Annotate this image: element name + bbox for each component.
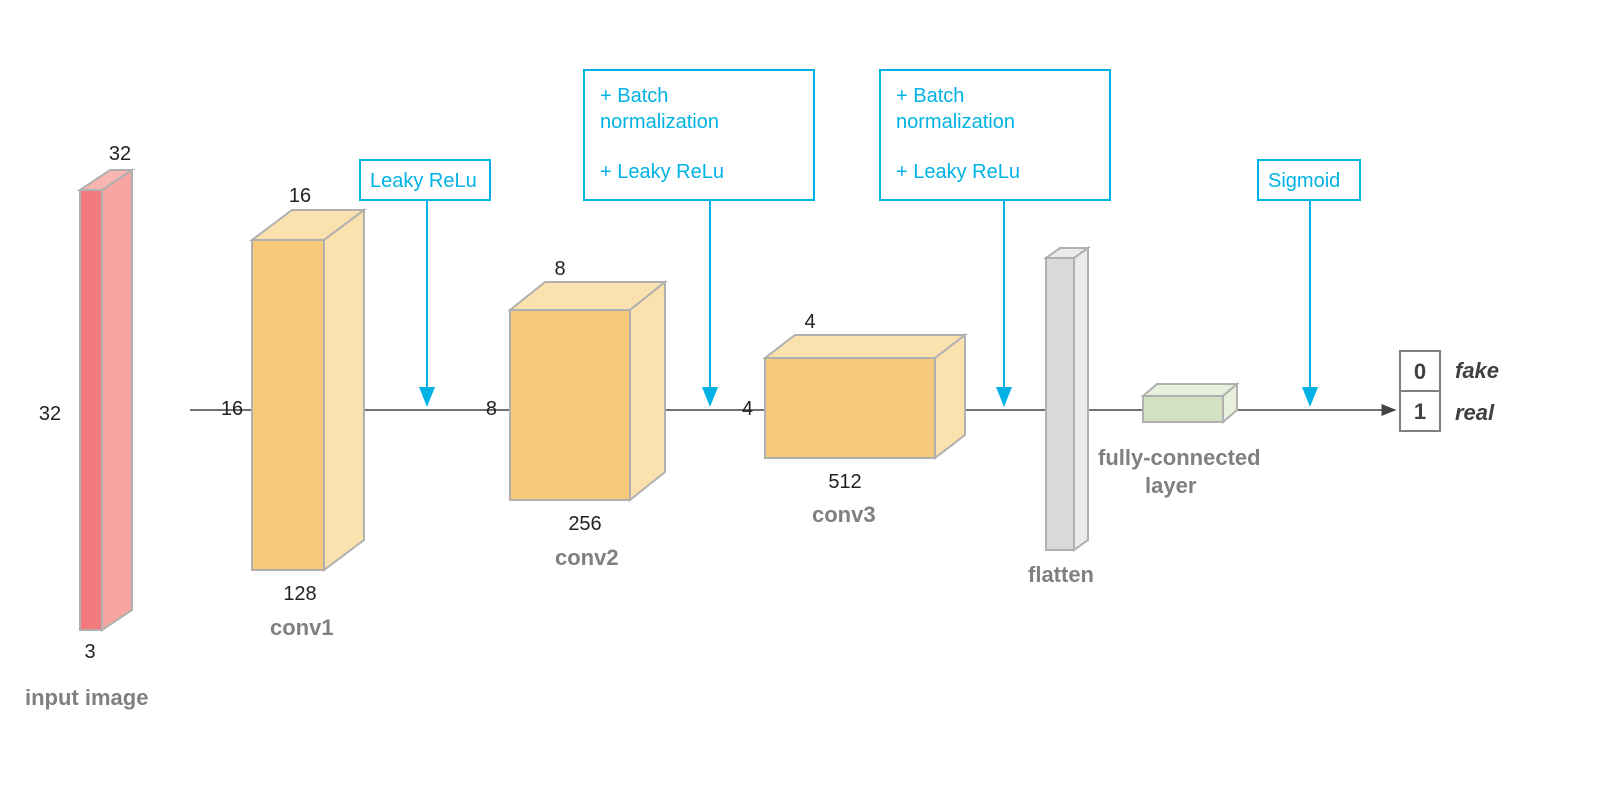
output-0-digit: 0 — [1414, 359, 1426, 384]
conv1-name-label: conv1 — [270, 615, 334, 640]
conv3-h-label: 4 — [742, 398, 753, 420]
fc-block: fully-connected layer — [1098, 384, 1261, 498]
conv3-block: 4 4 512 conv3 — [742, 311, 965, 527]
conv1-h-label: 16 — [221, 398, 243, 420]
flatten-name-label: flatten — [1028, 562, 1094, 587]
conv2-h-label: 8 — [486, 398, 497, 420]
input-h-label: 32 — [39, 403, 61, 425]
conv1-w-label: 16 — [289, 185, 311, 207]
input-block: 32 32 3 input image — [25, 143, 148, 710]
activation-2-line-0: + Batch — [600, 85, 668, 107]
output-1-digit: 1 — [1414, 399, 1426, 424]
activation-box-1: Leaky ReLu — [360, 160, 490, 405]
conv2-c-label: 256 — [568, 513, 601, 535]
activation-2-line-1: normalization — [600, 111, 719, 133]
input-w-label: 32 — [109, 143, 131, 165]
discriminator-architecture-diagram: 32 32 3 input image 16 16 128 conv1 8 8 … — [0, 0, 1608, 792]
conv1-block: 16 16 128 conv1 — [221, 185, 364, 640]
activation-box-4: Sigmoid — [1258, 160, 1360, 405]
output-block: 0 1 fake real — [1400, 351, 1499, 431]
flatten-block: flatten — [1028, 248, 1094, 587]
output-real-label: real — [1455, 400, 1495, 425]
conv3-w-label: 4 — [804, 311, 815, 333]
conv3-name-label: conv3 — [812, 502, 876, 527]
fc-name-label-2: layer — [1145, 473, 1197, 498]
fc-name-label-1: fully-connected — [1098, 445, 1261, 470]
activation-4-line-0: Sigmoid — [1268, 170, 1340, 192]
conv2-block: 8 8 256 conv2 — [486, 258, 665, 570]
activation-2-line-2: + Leaky ReLu — [600, 161, 724, 183]
input-c-label: 3 — [84, 641, 95, 663]
conv2-name-label: conv2 — [555, 545, 619, 570]
input-name-label: input image — [25, 685, 148, 710]
activation-3-line-1: normalization — [896, 111, 1015, 133]
conv2-w-label: 8 — [554, 258, 565, 280]
activation-1-line-0: Leaky ReLu — [370, 170, 477, 192]
activation-3-line-2: + Leaky ReLu — [896, 161, 1020, 183]
activation-3-line-0: + Batch — [896, 85, 964, 107]
conv3-c-label: 512 — [828, 471, 861, 493]
output-fake-label: fake — [1455, 358, 1499, 383]
conv1-c-label: 128 — [283, 583, 316, 605]
